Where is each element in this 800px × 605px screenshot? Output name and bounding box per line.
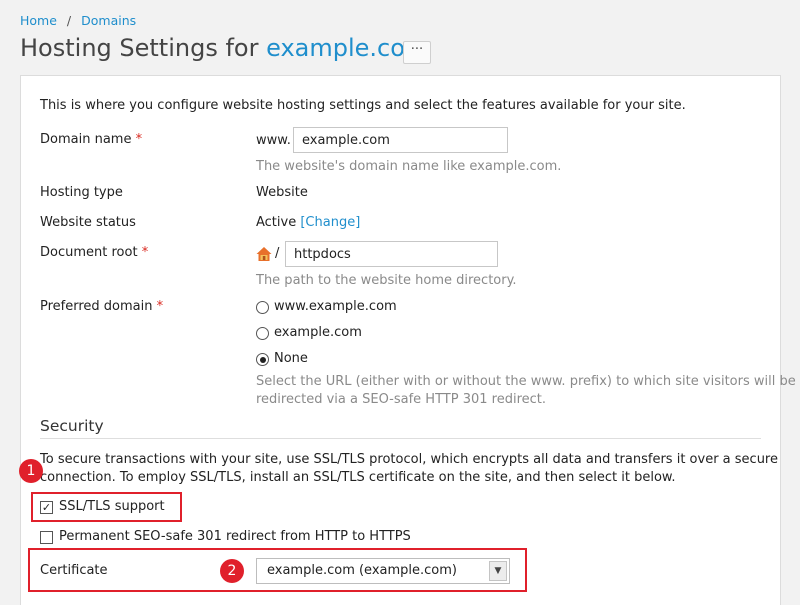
page-title-prefix: Hosting Settings for <box>20 34 259 62</box>
preferred-www-radio[interactable] <box>256 301 269 314</box>
annotation-badge-2: 2 <box>220 559 244 583</box>
preferred-bare-radio[interactable] <box>256 327 269 340</box>
security-text-2: connection. To employ SSL/TLS, install a… <box>40 470 676 485</box>
annotation-badge-1: 1 <box>19 459 43 483</box>
required-marker: * <box>135 132 143 147</box>
more-actions-button[interactable]: ··· <box>403 41 431 64</box>
home-icon <box>256 247 272 261</box>
website-status: Active [Change] <box>256 215 360 230</box>
https-redirect-label[interactable]: Permanent SEO-safe 301 redirect from HTT… <box>59 529 411 544</box>
domain-name-label-text: Domain name <box>40 132 132 147</box>
domain-name-label: Domain name * <box>40 132 142 147</box>
preferred-none-radio[interactable] <box>256 353 269 366</box>
https-redirect-checkbox[interactable] <box>40 531 53 544</box>
breadcrumb: Home / Domains <box>20 13 136 28</box>
document-root-label-text: Document root <box>40 245 138 260</box>
path-separator: / <box>275 246 280 261</box>
intro-text: This is where you configure website host… <box>40 98 686 113</box>
required-marker: * <box>141 245 149 260</box>
section-divider <box>40 438 761 439</box>
preferred-domain-label: Preferred domain * <box>40 299 163 314</box>
website-status-value: Active <box>256 215 297 230</box>
security-text-1: To secure transactions with your site, u… <box>40 452 778 467</box>
highlight-box-certificate <box>28 548 527 592</box>
settings-panel: This is where you configure website host… <box>20 75 796 605</box>
highlight-box-ssl <box>31 492 182 522</box>
required-marker: * <box>156 299 164 314</box>
preferred-bare-label[interactable]: example.com <box>274 325 362 340</box>
breadcrumb-home-link[interactable]: Home <box>20 13 57 28</box>
preferred-www-label[interactable]: www.example.com <box>274 299 397 314</box>
preferred-none-label[interactable]: None <box>274 351 308 366</box>
document-root-hint: The path to the website home directory. <box>256 273 517 288</box>
breadcrumb-separator: / <box>66 13 72 28</box>
change-status-link[interactable]: [Change] <box>300 215 360 230</box>
hosting-type-value: Website <box>256 185 308 200</box>
document-root-input[interactable] <box>285 241 498 267</box>
preferred-domain-hint-2: redirected via a SEO-safe HTTP 301 redir… <box>256 392 547 407</box>
preferred-domain-hint-1: Select the URL (either with or without t… <box>256 374 796 389</box>
preferred-domain-label-text: Preferred domain <box>40 299 153 314</box>
domain-name-input[interactable] <box>293 127 508 153</box>
hosting-type-label: Hosting type <box>40 185 123 200</box>
security-section-title: Security <box>40 417 104 435</box>
document-root-label: Document root * <box>40 245 148 260</box>
page-title: Hosting Settings for example.com <box>20 34 428 62</box>
breadcrumb-domains-link[interactable]: Domains <box>81 13 136 28</box>
website-status-label: Website status <box>40 215 136 230</box>
domain-name-hint: The website's domain name like example.c… <box>256 159 562 174</box>
www-prefix: www. <box>256 133 291 148</box>
